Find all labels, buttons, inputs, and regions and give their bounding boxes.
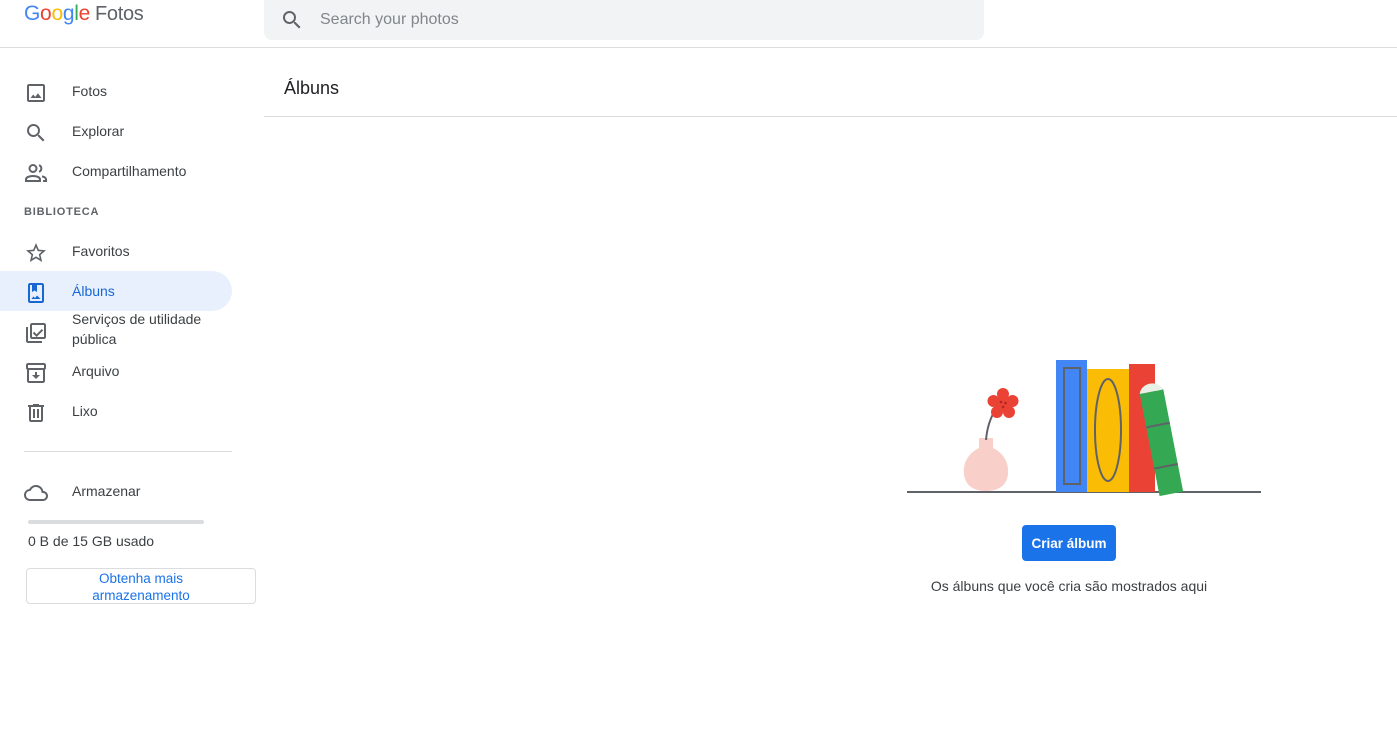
storage-usage-text: 0 B de 15 GB usado [28, 533, 155, 549]
sidebar-item-explorar[interactable]: Explorar [0, 111, 232, 151]
create-album-button[interactable]: Criar álbum [1022, 525, 1116, 561]
get-more-storage-button[interactable]: Obtenha mais armazenamento [26, 568, 256, 604]
sidebar-item-armazenar[interactable]: Armazenar [0, 471, 232, 511]
sidebar-item-favoritos[interactable]: Favoritos [0, 231, 232, 271]
people-icon [24, 161, 48, 185]
app-header: Google Fotos [0, 0, 1397, 48]
main-content: Álbuns Criar álbum Os álbuns que você cr… [264, 48, 1397, 744]
page-title: Álbuns [284, 78, 340, 98]
search-icon [283, 11, 301, 29]
brand-wordmark: Google [24, 2, 90, 25]
google-photos-logo[interactable]: Google Fotos [24, 2, 144, 30]
sidebar-item-label: Explorar [72, 123, 125, 139]
trash-icon [24, 401, 48, 425]
sidebar-item-label: Compartilhamento [72, 163, 187, 179]
archive-icon [24, 361, 48, 385]
sidebar-item-label: Arquivo [72, 363, 120, 379]
sidebar-item-label: Favoritos [72, 243, 130, 259]
sidebar-divider [24, 451, 232, 452]
search-button[interactable] [264, 0, 320, 40]
sidebar-item-arquivo[interactable]: Arquivo [0, 351, 232, 391]
albums-empty-message: Os álbuns que você cria são mostrados aq… [930, 578, 1208, 594]
storage-usage-bar [28, 520, 204, 524]
sidebar-item-albuns[interactable]: Álbuns [0, 271, 232, 311]
section-title-biblioteca: BIBLIOTECA [24, 206, 100, 218]
sidebar-item-fotos[interactable]: Fotos [0, 71, 232, 111]
star-icon [24, 241, 48, 265]
cloud-icon [24, 481, 48, 505]
title-divider [264, 116, 1397, 117]
flower-illustration [987, 388, 1019, 418]
sidebar-item-label: Serviços de utilidade pública [72, 311, 202, 347]
vase-illustration [963, 408, 1009, 491]
yellow-book-illustration [1087, 369, 1129, 492]
sidebar-item-compartilhamento[interactable]: Compartilhamento [0, 151, 232, 191]
sidebar-item-lixo[interactable]: Lixo [0, 391, 232, 431]
sidebar-item-servicos[interactable]: Serviços de utilidade pública [0, 311, 232, 351]
blue-book-illustration [1056, 360, 1087, 492]
sidebar-item-label: Armazenar [72, 483, 141, 499]
product-name: Fotos [94, 3, 144, 25]
album-icon [24, 281, 48, 305]
search-icon [24, 121, 48, 145]
sidebar-item-label: Lixo [72, 403, 98, 419]
sidebar: Fotos Explorar Compartilhamento BIBLIOTE… [0, 48, 264, 744]
sidebar-item-label: Fotos [72, 83, 108, 99]
sidebar-item-label: Álbuns [72, 283, 115, 299]
utilities-icon [24, 321, 48, 345]
albums-empty-illustration [907, 360, 1261, 496]
search-bar[interactable] [264, 0, 984, 40]
photo-icon [24, 81, 48, 105]
search-input[interactable] [320, 5, 920, 35]
